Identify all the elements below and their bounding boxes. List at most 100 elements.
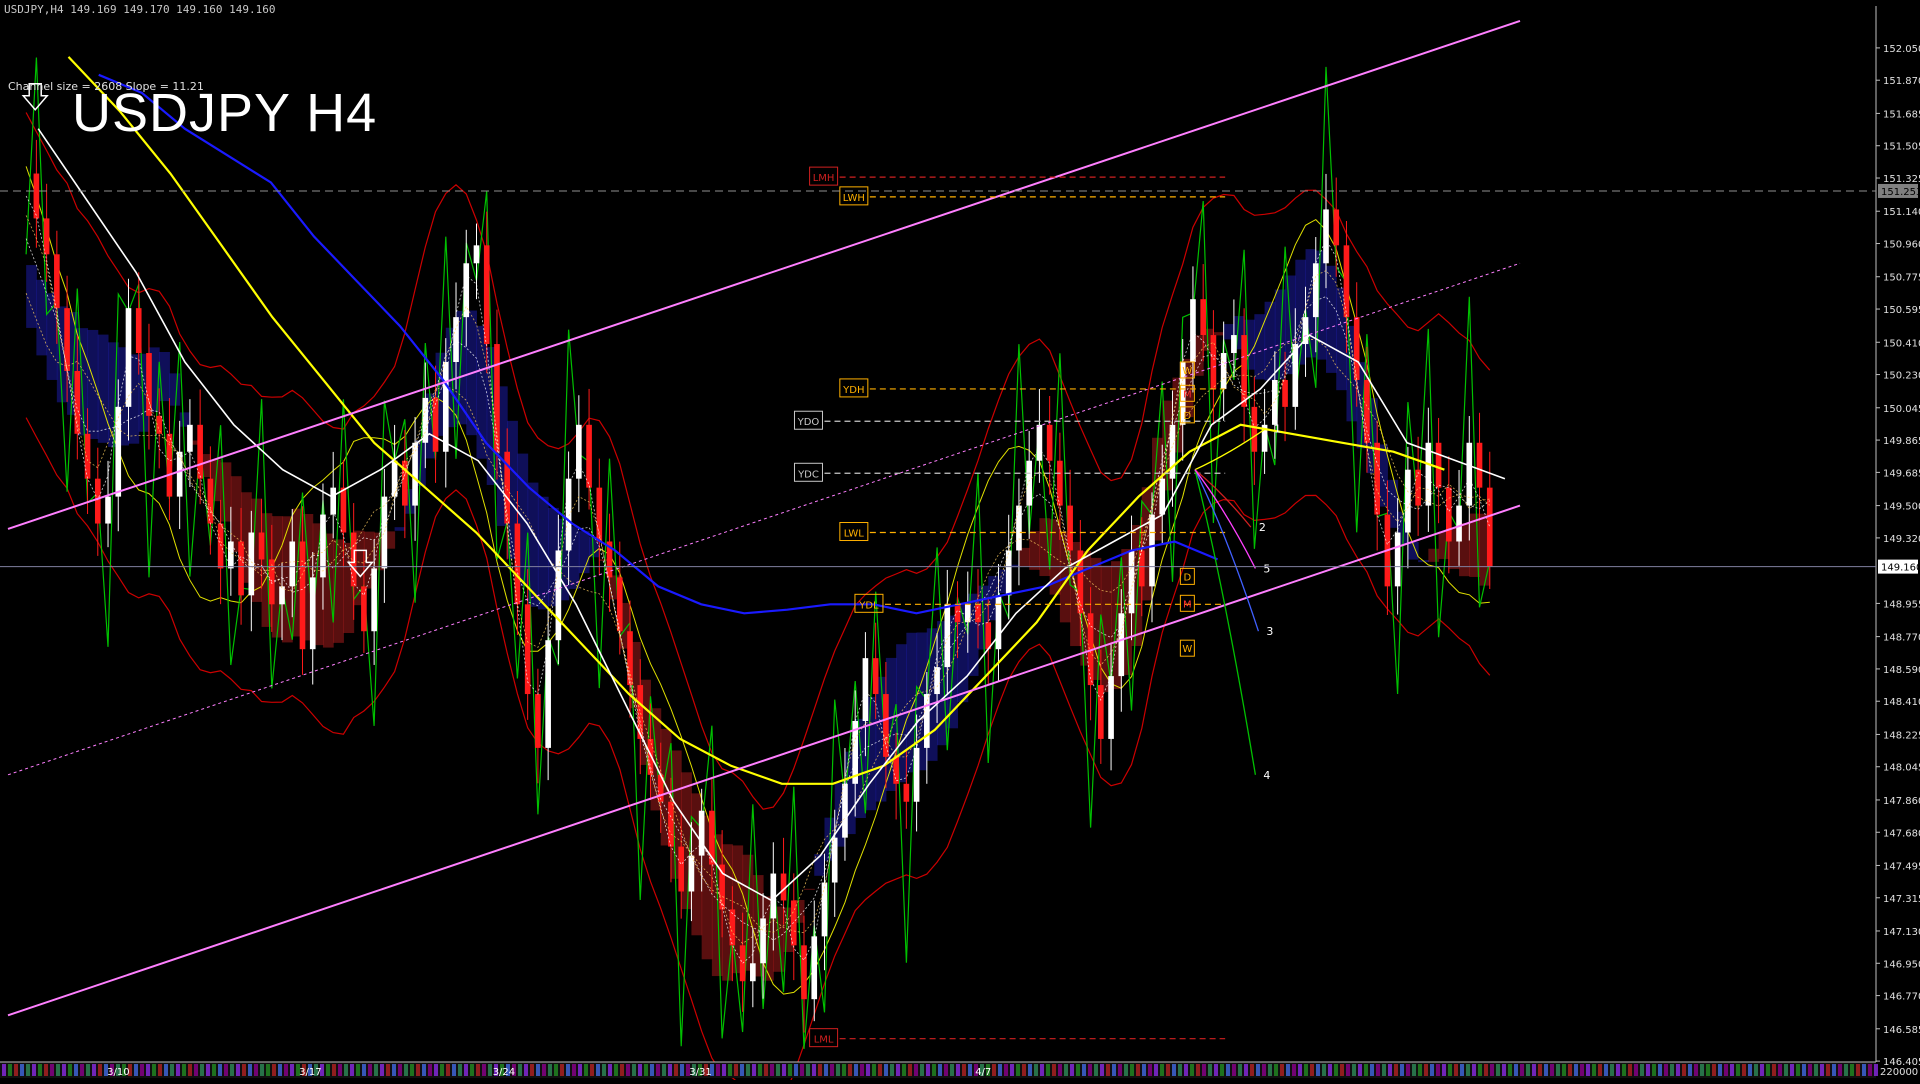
cloud-segment [814, 854, 825, 876]
price-tick-label: 147.130 [1883, 927, 1920, 938]
volume-bar [566, 1064, 570, 1076]
candle-body [750, 963, 756, 982]
volume-bar [1580, 1064, 1584, 1076]
volume-bar [290, 1064, 294, 1076]
candle-body [1466, 442, 1473, 506]
time-tick-label: 3/24 [493, 1067, 515, 1078]
period-marker-label: W [1182, 366, 1192, 377]
volume-bar [788, 1064, 792, 1076]
volume-bar [1814, 1064, 1818, 1076]
candle-body [821, 882, 828, 937]
volume-bar [464, 1064, 468, 1076]
candle-body [309, 577, 316, 650]
volume-bar [872, 1064, 876, 1076]
volume-bar [1562, 1064, 1566, 1076]
volume-bar [1280, 1064, 1284, 1076]
volume-bar [266, 1064, 270, 1076]
volume-bar [1184, 1064, 1188, 1076]
volume-bar [1112, 1064, 1116, 1076]
period-marker-label: W [1182, 644, 1192, 655]
volume-bar [920, 1064, 924, 1076]
volume-bar [218, 1064, 222, 1076]
volume-bar [1838, 1064, 1842, 1076]
volume-bar [362, 1064, 366, 1076]
cloud-segment [26, 265, 37, 328]
volume-bar [758, 1064, 762, 1076]
volume-bar [602, 1064, 606, 1076]
volume-bar [1448, 1064, 1452, 1076]
volume-bar [332, 1064, 336, 1076]
candle-body [913, 747, 920, 802]
price-tick-label: 151.685 [1883, 109, 1920, 120]
volume-bar [1094, 1064, 1098, 1076]
volume-bar [1610, 1064, 1614, 1076]
volume-bar [1010, 1064, 1014, 1076]
cloud-segment [169, 373, 181, 406]
volume-bar [800, 1064, 804, 1076]
candle-body [1241, 335, 1247, 407]
candle-body [453, 317, 459, 362]
volume-bar [212, 1064, 216, 1076]
volume-bar [374, 1064, 378, 1076]
volume-bar [1370, 1064, 1374, 1076]
volume-bar [416, 1064, 420, 1076]
volume-bar [1514, 1064, 1518, 1076]
volume-bar [1754, 1064, 1758, 1076]
candle-body [1231, 335, 1237, 354]
volume-bar [1118, 1064, 1122, 1076]
candle-body [954, 604, 961, 623]
volume-bar [1436, 1064, 1440, 1076]
volume-bar [422, 1064, 426, 1076]
candle-body [94, 478, 101, 524]
chart-area[interactable]: LMH LWH YDH YDO YDC LWL YDL LML W M D D M W 12345 152… [0, 0, 1920, 1084]
volume-bar [1844, 1064, 1848, 1076]
volume-bar [1820, 1064, 1824, 1076]
volume-bar [668, 1064, 672, 1076]
volume-bar [1004, 1064, 1008, 1076]
level-label-ydo: YDO [797, 417, 820, 428]
cloud-segment [1428, 548, 1440, 562]
price-tick-label: 149.865 [1883, 436, 1920, 447]
volume-bar [1244, 1064, 1248, 1076]
volume-bar [674, 1064, 678, 1076]
price-tick-label: 149.320 [1883, 534, 1920, 545]
volume-bar [1346, 1064, 1350, 1076]
volume-bar [1298, 1064, 1302, 1076]
volume-bar [68, 1064, 72, 1076]
price-tick-label: 151.870 [1883, 76, 1920, 87]
volume-bar [950, 1064, 954, 1076]
volume-bar [1274, 1064, 1278, 1076]
price-tick-label: 148.045 [1883, 763, 1920, 774]
price-tick-label: 146.770 [1883, 992, 1920, 1003]
candle-body [535, 694, 541, 748]
volume-bar [278, 1064, 282, 1076]
volume-bar [1088, 1064, 1092, 1076]
volume-bar [1142, 1064, 1146, 1076]
volume-bar [728, 1064, 732, 1076]
volume-bar [908, 1064, 912, 1076]
candle-body [166, 433, 173, 497]
price-tick-label: 152.050 [1883, 44, 1920, 55]
volume-bar [560, 1064, 564, 1076]
price-chart[interactable]: LMHLWHYDHYDOYDCLWLYDLLMLWMDDMW 12345 152… [0, 0, 1920, 1084]
volume-bar [1382, 1064, 1386, 1076]
candle-body [258, 532, 265, 560]
cloud-segment [1029, 531, 1040, 570]
volume-bar [1394, 1064, 1398, 1076]
volume-bar [752, 1064, 756, 1076]
candle-body [1046, 424, 1053, 461]
price-tick-label: 150.960 [1883, 240, 1920, 251]
volume-bar [200, 1064, 204, 1076]
price-tick-label: 146.585 [1883, 1025, 1920, 1036]
volume-bar [1190, 1064, 1194, 1076]
candle-body [1333, 209, 1340, 246]
volume-bar [806, 1064, 810, 1076]
volume-bar [524, 1064, 528, 1076]
volume-bar [260, 1064, 264, 1076]
volume-bar [1772, 1064, 1776, 1076]
volume-bar [1556, 1064, 1560, 1076]
candle-body [1159, 478, 1166, 515]
volume-bar [86, 1064, 90, 1076]
volume-bar [530, 1064, 534, 1076]
volume-bar [782, 1064, 786, 1076]
